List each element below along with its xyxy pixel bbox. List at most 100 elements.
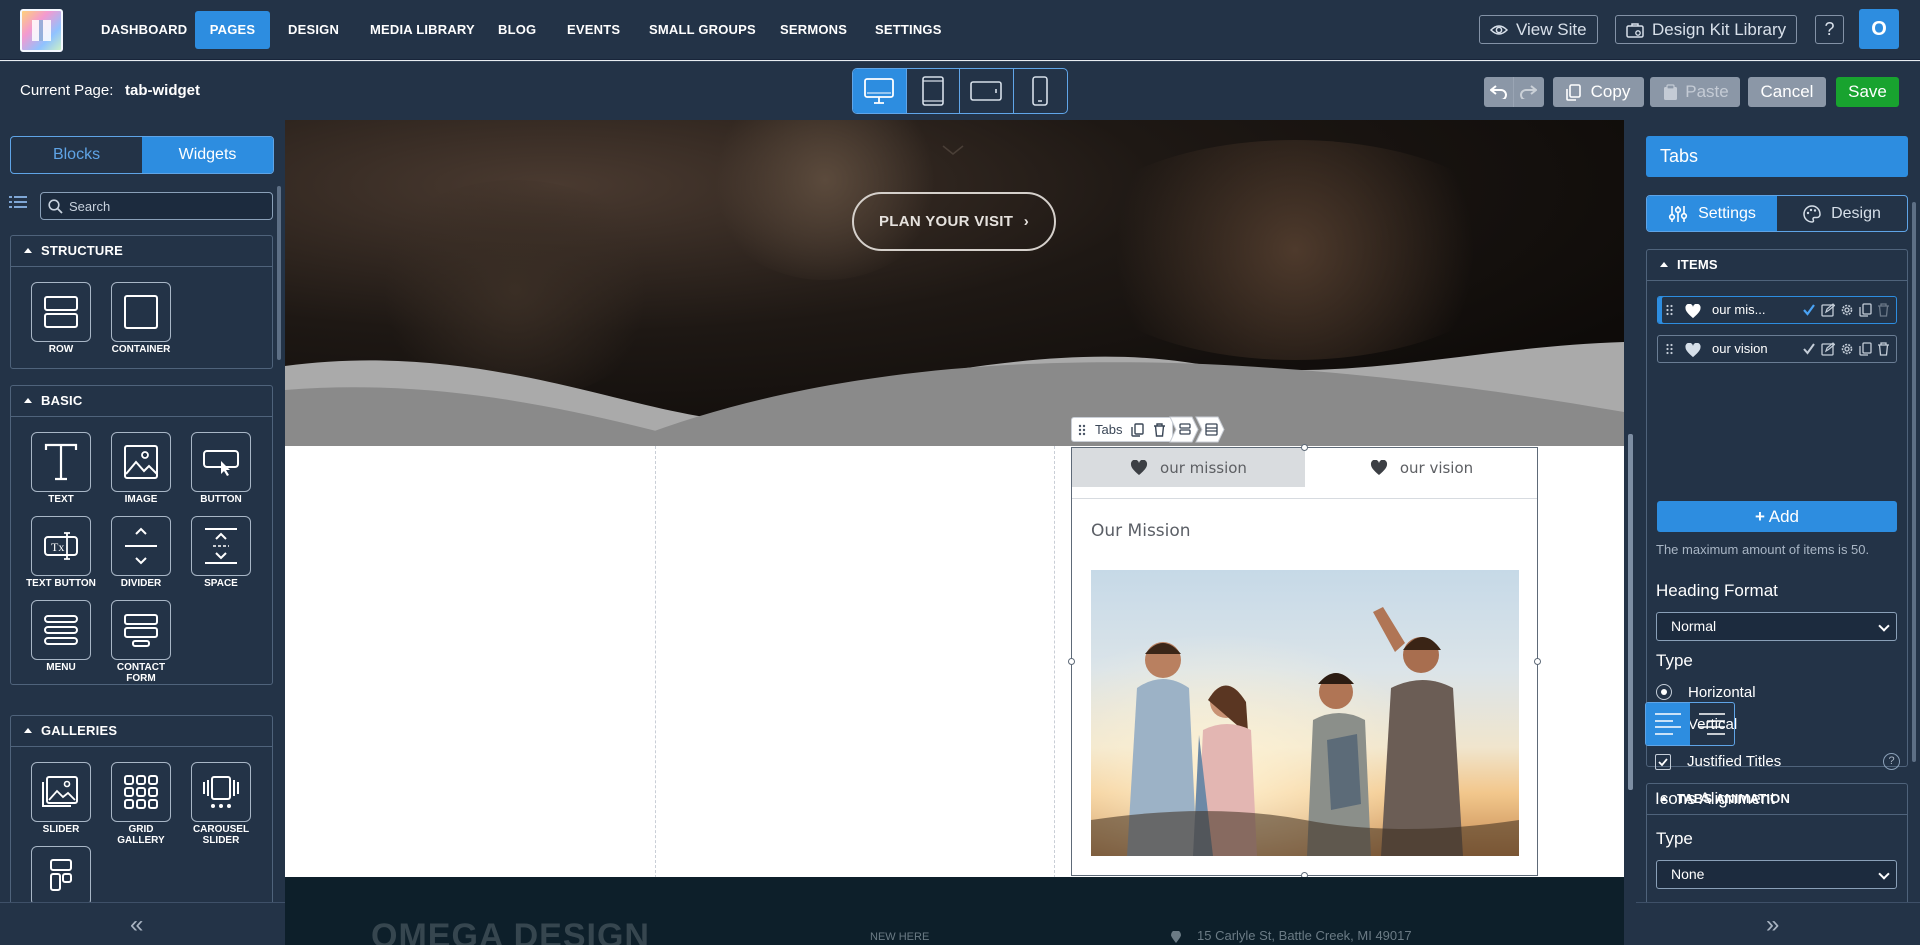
copy-icon[interactable] — [1859, 303, 1872, 317]
align-right-icon — [1699, 713, 1725, 735]
tab-our-mission[interactable]: our mission — [1072, 448, 1305, 487]
widget-menu[interactable]: MENU — [26, 600, 96, 674]
tablet-landscape-icon — [970, 81, 1003, 101]
plan-your-visit-button[interactable]: PLAN YOUR VISIT › — [852, 192, 1056, 251]
item-our-vision[interactable]: our vision — [1657, 335, 1897, 363]
resize-handle-right[interactable] — [1534, 658, 1541, 665]
justified-titles-help-icon[interactable]: ? — [1883, 753, 1900, 770]
nav-media-library[interactable]: MEDIA LIBRARY — [353, 11, 492, 49]
tablet-landscape-view-button[interactable] — [960, 69, 1014, 113]
heading-format-select[interactable]: Normal — [1656, 612, 1897, 641]
galleries-section-header[interactable]: GALLERIES — [11, 716, 272, 747]
select-parent-row-icon[interactable] — [1195, 416, 1226, 443]
widget-masonry[interactable] — [26, 846, 96, 906]
canvas-scrollbar[interactable] — [1624, 120, 1636, 945]
drag-handle-icon[interactable] — [1078, 424, 1086, 436]
eye-icon — [1490, 25, 1508, 35]
nav-blog[interactable]: BLOG — [481, 11, 553, 49]
widget-divider[interactable]: DIVIDER — [106, 516, 176, 590]
tabs-widget-toolbar: Tabs — [1071, 416, 1226, 443]
page-canvas: PLAN YOUR VISIT › Tabs our mission our v… — [285, 120, 1624, 945]
design-kit-library-button[interactable]: Design Kit Library — [1615, 15, 1798, 44]
view-site-button[interactable]: View Site — [1479, 15, 1598, 44]
search-input[interactable] — [69, 193, 269, 219]
tab-content-image[interactable] — [1091, 570, 1519, 856]
cancel-button[interactable]: Cancel — [1748, 77, 1826, 107]
widget-carousel-slider[interactable]: CAROUSEL SLIDER — [186, 762, 256, 846]
structure-section-header[interactable]: STRUCTURE — [11, 236, 272, 267]
tab-widgets[interactable]: Widgets — [142, 137, 273, 173]
item-our-mission[interactable]: our mis... — [1657, 296, 1897, 324]
nav-design[interactable]: DESIGN — [271, 11, 356, 49]
mobile-view-button[interactable] — [1014, 69, 1068, 113]
list-view-icon[interactable] — [9, 195, 27, 209]
gear-icon[interactable] — [1840, 303, 1854, 317]
save-button[interactable]: Save — [1836, 77, 1899, 107]
widget-row[interactable]: ROW — [26, 282, 96, 356]
widget-text[interactable]: TEXT — [26, 432, 96, 506]
check-icon[interactable] — [1802, 342, 1816, 356]
svg-text:Tx: Tx — [51, 540, 64, 554]
resize-handle-top[interactable] — [1301, 444, 1308, 451]
nav-events[interactable]: EVENTS — [550, 11, 637, 49]
copy-icon[interactable] — [1859, 342, 1872, 356]
widget-grid-gallery[interactable]: GRID GALLERY — [106, 762, 176, 846]
widget-contact-form[interactable]: CONTACT FORM — [106, 600, 176, 684]
check-icon[interactable] — [1802, 303, 1816, 317]
tab-design[interactable]: Design — [1777, 196, 1907, 231]
drag-handle-icon[interactable] — [1666, 304, 1673, 316]
trash-icon[interactable] — [1877, 303, 1890, 317]
desktop-view-button[interactable] — [853, 69, 907, 113]
trash-icon[interactable] — [1153, 422, 1166, 437]
widget-slider[interactable]: SLIDER — [26, 762, 96, 836]
nav-settings[interactable]: SETTINGS — [858, 11, 959, 49]
nav-small-groups[interactable]: SMALL GROUPS — [632, 11, 773, 49]
tablet-portrait-view-button[interactable] — [907, 69, 960, 113]
nav-sermons[interactable]: SERMONS — [763, 11, 864, 49]
resize-handle-left[interactable] — [1068, 658, 1075, 665]
basic-section-header[interactable]: BASIC — [11, 386, 272, 417]
edit-icon[interactable] — [1821, 342, 1835, 356]
justified-titles-checkbox[interactable] — [1655, 754, 1671, 770]
widget-container[interactable]: CONTAINER — [106, 282, 176, 356]
widget-slider-label: SLIDER — [42, 824, 80, 835]
left-panel-scrollbar[interactable] — [277, 186, 281, 360]
help-button[interactable]: ? — [1815, 15, 1844, 44]
paste-button[interactable]: Paste — [1650, 77, 1740, 107]
add-item-label: Add — [1768, 507, 1799, 526]
animation-type-select[interactable]: None — [1656, 860, 1897, 889]
user-avatar[interactable]: O — [1859, 9, 1899, 49]
drag-handle-icon[interactable] — [1666, 343, 1673, 355]
widget-space[interactable]: SPACE — [186, 516, 256, 590]
tab-settings[interactable]: Settings — [1647, 196, 1777, 231]
nav-pages[interactable]: PAGES — [195, 11, 270, 49]
tab-settings-label: Settings — [1698, 204, 1756, 222]
tabs-animation-header[interactable]: TABS ANIMATION — [1647, 784, 1907, 815]
add-item-button[interactable]: + Add — [1657, 501, 1897, 532]
edit-icon[interactable] — [1821, 303, 1835, 317]
tab-blocks[interactable]: Blocks — [11, 137, 142, 173]
widget-text-button[interactable]: Tx TEXT BUTTON — [26, 516, 96, 590]
right-panel-scrollbar[interactable] — [1912, 202, 1916, 762]
nav-dashboard[interactable]: DASHBOARD — [84, 11, 204, 49]
collapse-left-panel-icon[interactable]: « — [130, 913, 143, 937]
undo-button[interactable] — [1484, 77, 1513, 107]
align-right-button[interactable] — [1690, 703, 1734, 745]
tabs-widget[interactable]: our mission our vision Our Mission — [1068, 444, 1541, 879]
app-logo[interactable] — [20, 9, 63, 52]
copy-button[interactable]: Copy — [1553, 77, 1644, 107]
tab-our-vision[interactable]: our vision — [1305, 448, 1538, 487]
widget-image[interactable]: IMAGE — [106, 432, 176, 506]
align-left-button[interactable] — [1646, 703, 1690, 745]
trash-icon[interactable] — [1877, 342, 1890, 356]
type-horizontal-radio[interactable] — [1656, 684, 1672, 700]
redo-button[interactable] — [1513, 77, 1542, 107]
widget-search — [40, 192, 273, 220]
items-section-header[interactable]: ITEMS — [1647, 250, 1907, 281]
widget-button[interactable]: BUTTON — [186, 432, 256, 506]
properties-title: Tabs — [1646, 136, 1908, 177]
gear-icon[interactable] — [1840, 342, 1854, 356]
duplicate-icon[interactable] — [1131, 422, 1145, 437]
collapse-right-panel-icon[interactable]: » — [1766, 913, 1779, 937]
widget-button-label: BUTTON — [200, 494, 242, 505]
